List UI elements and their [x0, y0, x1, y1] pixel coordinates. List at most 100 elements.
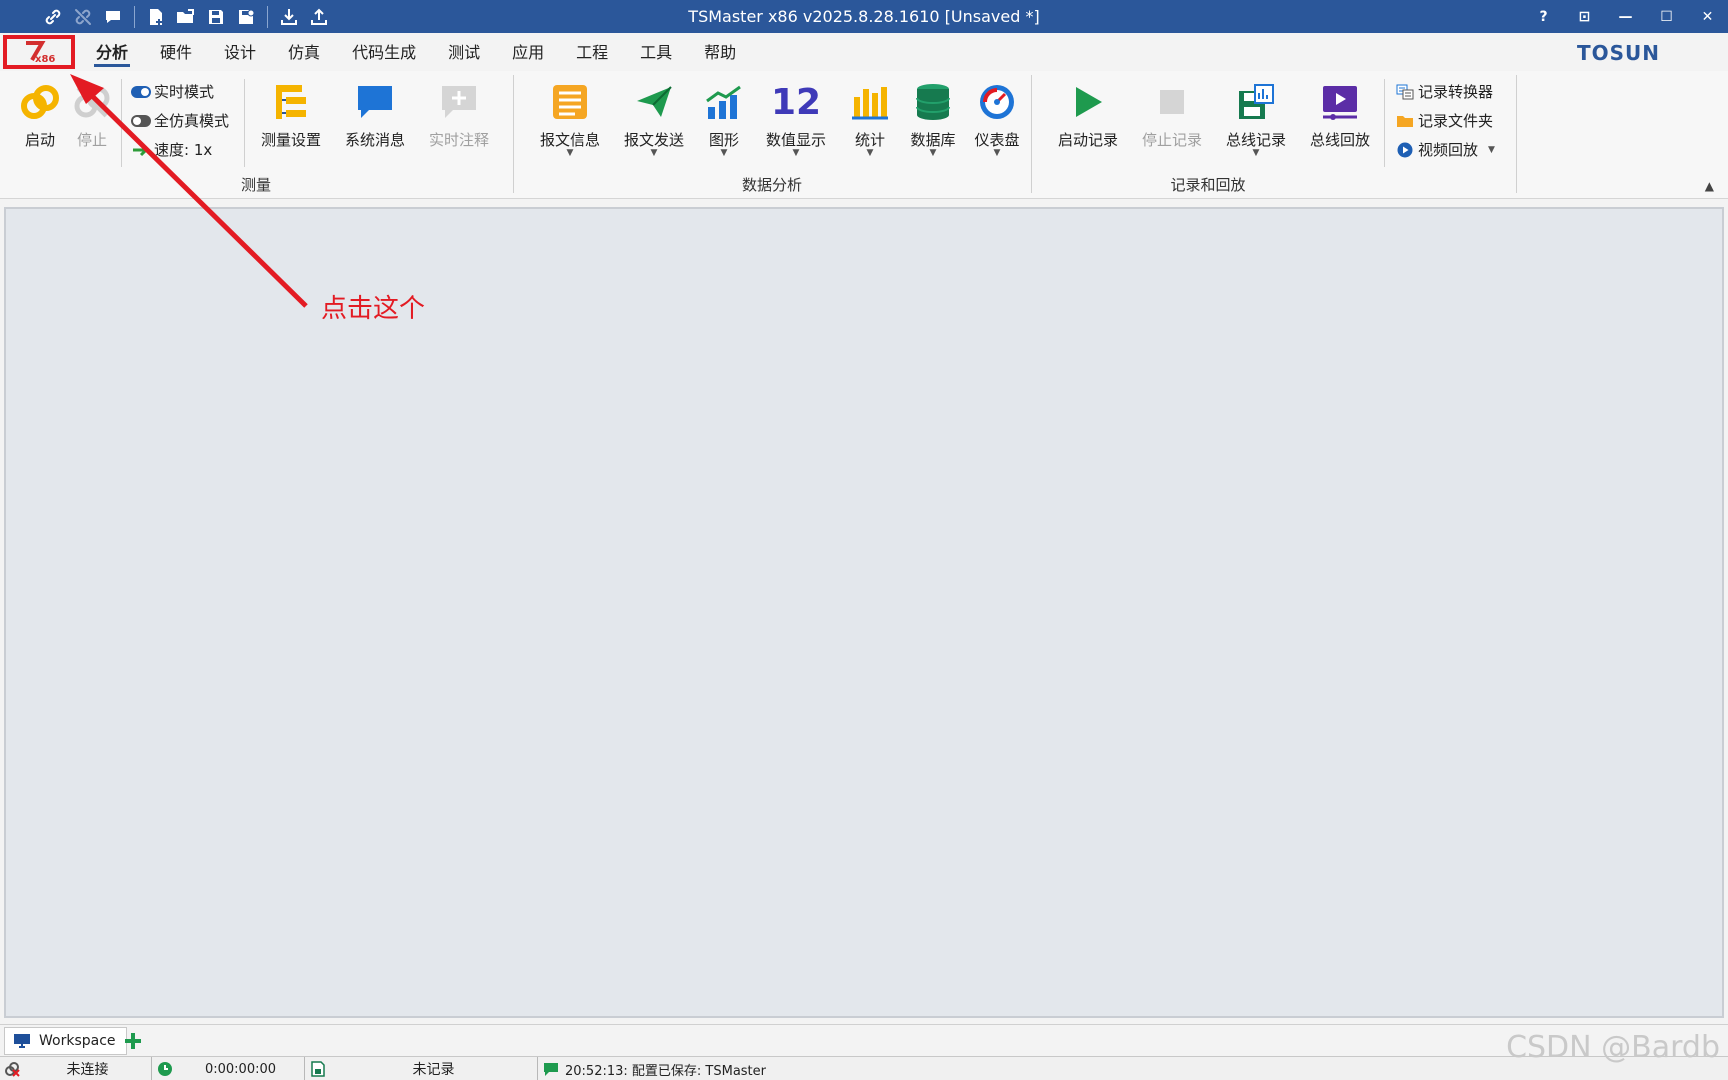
title-bar: TSMaster x86 v2025.8.28.1610 [Unsaved *]…: [0, 0, 1728, 33]
watermark: CSDN @Bardb: [1506, 1030, 1720, 1065]
realtime-mode-toggle[interactable]: 实时模式: [130, 81, 214, 102]
ribbon: 启动 停止 实时模式 全仿真模式 速度: 1x 测量设置 系统消息 实时注释 测…: [0, 71, 1728, 199]
menu-bar: x86 分析 硬件 设计 仿真 代码生成 测试 应用 工程 工具 帮助 TOSU…: [0, 33, 1728, 71]
window-controls: ? ⊡ — ☐ ✕: [1523, 0, 1728, 33]
workspace-area[interactable]: [4, 207, 1724, 1018]
toolbar-separator: [134, 5, 135, 28]
unlink-icon: [74, 86, 110, 118]
measure-setup-button[interactable]: 测量设置: [256, 77, 326, 150]
tab-codegen[interactable]: 代码生成: [336, 33, 432, 71]
stop-record-button[interactable]: 停止记录: [1136, 77, 1208, 150]
toggle-on-icon: [131, 85, 151, 98]
realtime-note-button[interactable]: 实时注释: [424, 77, 494, 150]
status-bar: 未连接 0:00:00:00 未记录 20:52:13: 配置已保存: TSMa…: [0, 1056, 1728, 1080]
plus-icon: [125, 1033, 141, 1049]
link-icon[interactable]: [38, 2, 68, 32]
monitor-icon: [14, 1034, 30, 1048]
record-converter-button[interactable]: 记录转换器: [1394, 81, 1493, 102]
tab-simulation[interactable]: 仿真: [272, 33, 336, 71]
message-list-icon: [553, 85, 587, 119]
help-button[interactable]: ?: [1523, 0, 1564, 33]
message-info-button[interactable]: 报文信息 ▼: [534, 77, 606, 158]
arrow-right-icon: [133, 143, 149, 156]
group-record-replay: 启动记录 停止记录 总线记录 ▼ 总线回放 记录转换器 记录文件夹 视频回放 ▼: [1032, 75, 1516, 195]
separator: [244, 79, 245, 167]
group-label-measure: 测量: [240, 176, 271, 194]
close-button[interactable]: ✕: [1687, 0, 1728, 33]
tab-test[interactable]: 测试: [432, 33, 496, 71]
disconnected-icon: [5, 1062, 20, 1077]
annotation-label: 点击这个: [321, 294, 426, 324]
graphics-button[interactable]: 图形 ▼: [698, 77, 750, 158]
status-connection[interactable]: 未连接: [0, 1057, 152, 1080]
save-icon[interactable]: [201, 2, 231, 32]
numeric-display-button[interactable]: 12 数值显示 ▼: [754, 77, 838, 159]
dashboard-button[interactable]: 仪表盘 ▼: [966, 77, 1028, 158]
group-separator: [1516, 75, 1517, 193]
app-menu-button[interactable]: x86: [3, 35, 75, 69]
system-message-button[interactable]: 系统消息: [340, 77, 410, 150]
group-data-analysis: 报文信息 ▼ 报文发送 ▼ 图形 ▼ 12 数值显示 ▼ 统计 ▼ 数据库 ▼: [514, 75, 1030, 195]
speed-selector[interactable]: 速度: 1x: [130, 139, 212, 160]
tsmaster-logo-icon: x86: [26, 41, 55, 64]
converter-icon: [1396, 84, 1414, 99]
link-icon: [21, 85, 59, 119]
export-icon[interactable]: [304, 2, 334, 32]
play-circle-icon: [1397, 142, 1413, 157]
bar-chart-icon: [852, 87, 888, 120]
record-file-icon: [311, 1061, 325, 1077]
maximize-button[interactable]: ☐: [1646, 0, 1687, 33]
chart-icon: [706, 85, 741, 119]
full-sim-mode-toggle[interactable]: 全仿真模式: [130, 110, 229, 131]
document-tabs: Workspace: [0, 1024, 1728, 1056]
message-send-button[interactable]: 报文发送 ▼: [618, 77, 690, 158]
tab-design[interactable]: 设计: [208, 33, 272, 71]
gauge-icon: [980, 85, 1014, 119]
collapse-ribbon-icon[interactable]: ▲: [1705, 179, 1714, 193]
tab-help[interactable]: 帮助: [688, 33, 752, 71]
numeric-icon: 12: [770, 81, 822, 123]
statistics-button[interactable]: 统计 ▼: [842, 77, 898, 158]
start-button[interactable]: 启动: [14, 77, 66, 150]
tab-application[interactable]: 应用: [496, 33, 560, 71]
database-button[interactable]: 数据库 ▼: [902, 77, 964, 158]
record-folder-button[interactable]: 记录文件夹: [1394, 110, 1493, 131]
bus-record-button[interactable]: 总线记录 ▼: [1220, 77, 1292, 158]
toggle-off-icon: [131, 114, 151, 127]
add-tab-button[interactable]: [120, 1028, 146, 1054]
clock-icon: [158, 1062, 172, 1076]
paper-plane-icon: [637, 86, 672, 117]
restore-layout-button[interactable]: ⊡: [1564, 0, 1605, 33]
stop-button[interactable]: 停止: [66, 77, 118, 150]
tab-project[interactable]: 工程: [560, 33, 624, 71]
status-recording[interactable]: 未记录: [306, 1057, 538, 1080]
tab-hardware[interactable]: 硬件: [144, 33, 208, 71]
new-file-icon[interactable]: [141, 2, 171, 32]
chat-bubble-icon: [358, 86, 392, 118]
status-time: 0:00:00:00: [153, 1057, 305, 1080]
bus-replay-button[interactable]: 总线回放: [1304, 77, 1376, 150]
measure-setup-icon: [276, 85, 306, 119]
bus-record-icon: [1239, 84, 1274, 119]
folder-icon: [1397, 115, 1413, 127]
brand-logo: TOSUN: [1576, 41, 1660, 65]
stop-icon: [1160, 90, 1184, 114]
minimize-button[interactable]: —: [1605, 0, 1646, 33]
video-replay-button[interactable]: 视频回放 ▼: [1394, 139, 1495, 160]
database-icon: [916, 84, 950, 120]
save-as-icon[interactable]: [231, 2, 261, 32]
workspace-tab[interactable]: Workspace: [4, 1027, 127, 1055]
quick-access-toolbar: [0, 0, 334, 33]
group-label-record-replay: 记录和回放: [1170, 176, 1246, 194]
tab-tools[interactable]: 工具: [624, 33, 688, 71]
separator: [1384, 79, 1385, 167]
open-folder-icon[interactable]: [171, 2, 201, 32]
dropdown-caret-icon: ▼: [866, 148, 874, 158]
message-icon[interactable]: [98, 2, 128, 32]
add-comment-icon: [442, 86, 476, 118]
tab-analysis[interactable]: 分析: [80, 33, 144, 71]
unlink-icon[interactable]: [68, 2, 98, 32]
menu-tabs: 分析 硬件 设计 仿真 代码生成 测试 应用 工程 工具 帮助: [80, 33, 752, 71]
import-icon[interactable]: [274, 2, 304, 32]
start-record-button[interactable]: 启动记录: [1052, 77, 1124, 150]
